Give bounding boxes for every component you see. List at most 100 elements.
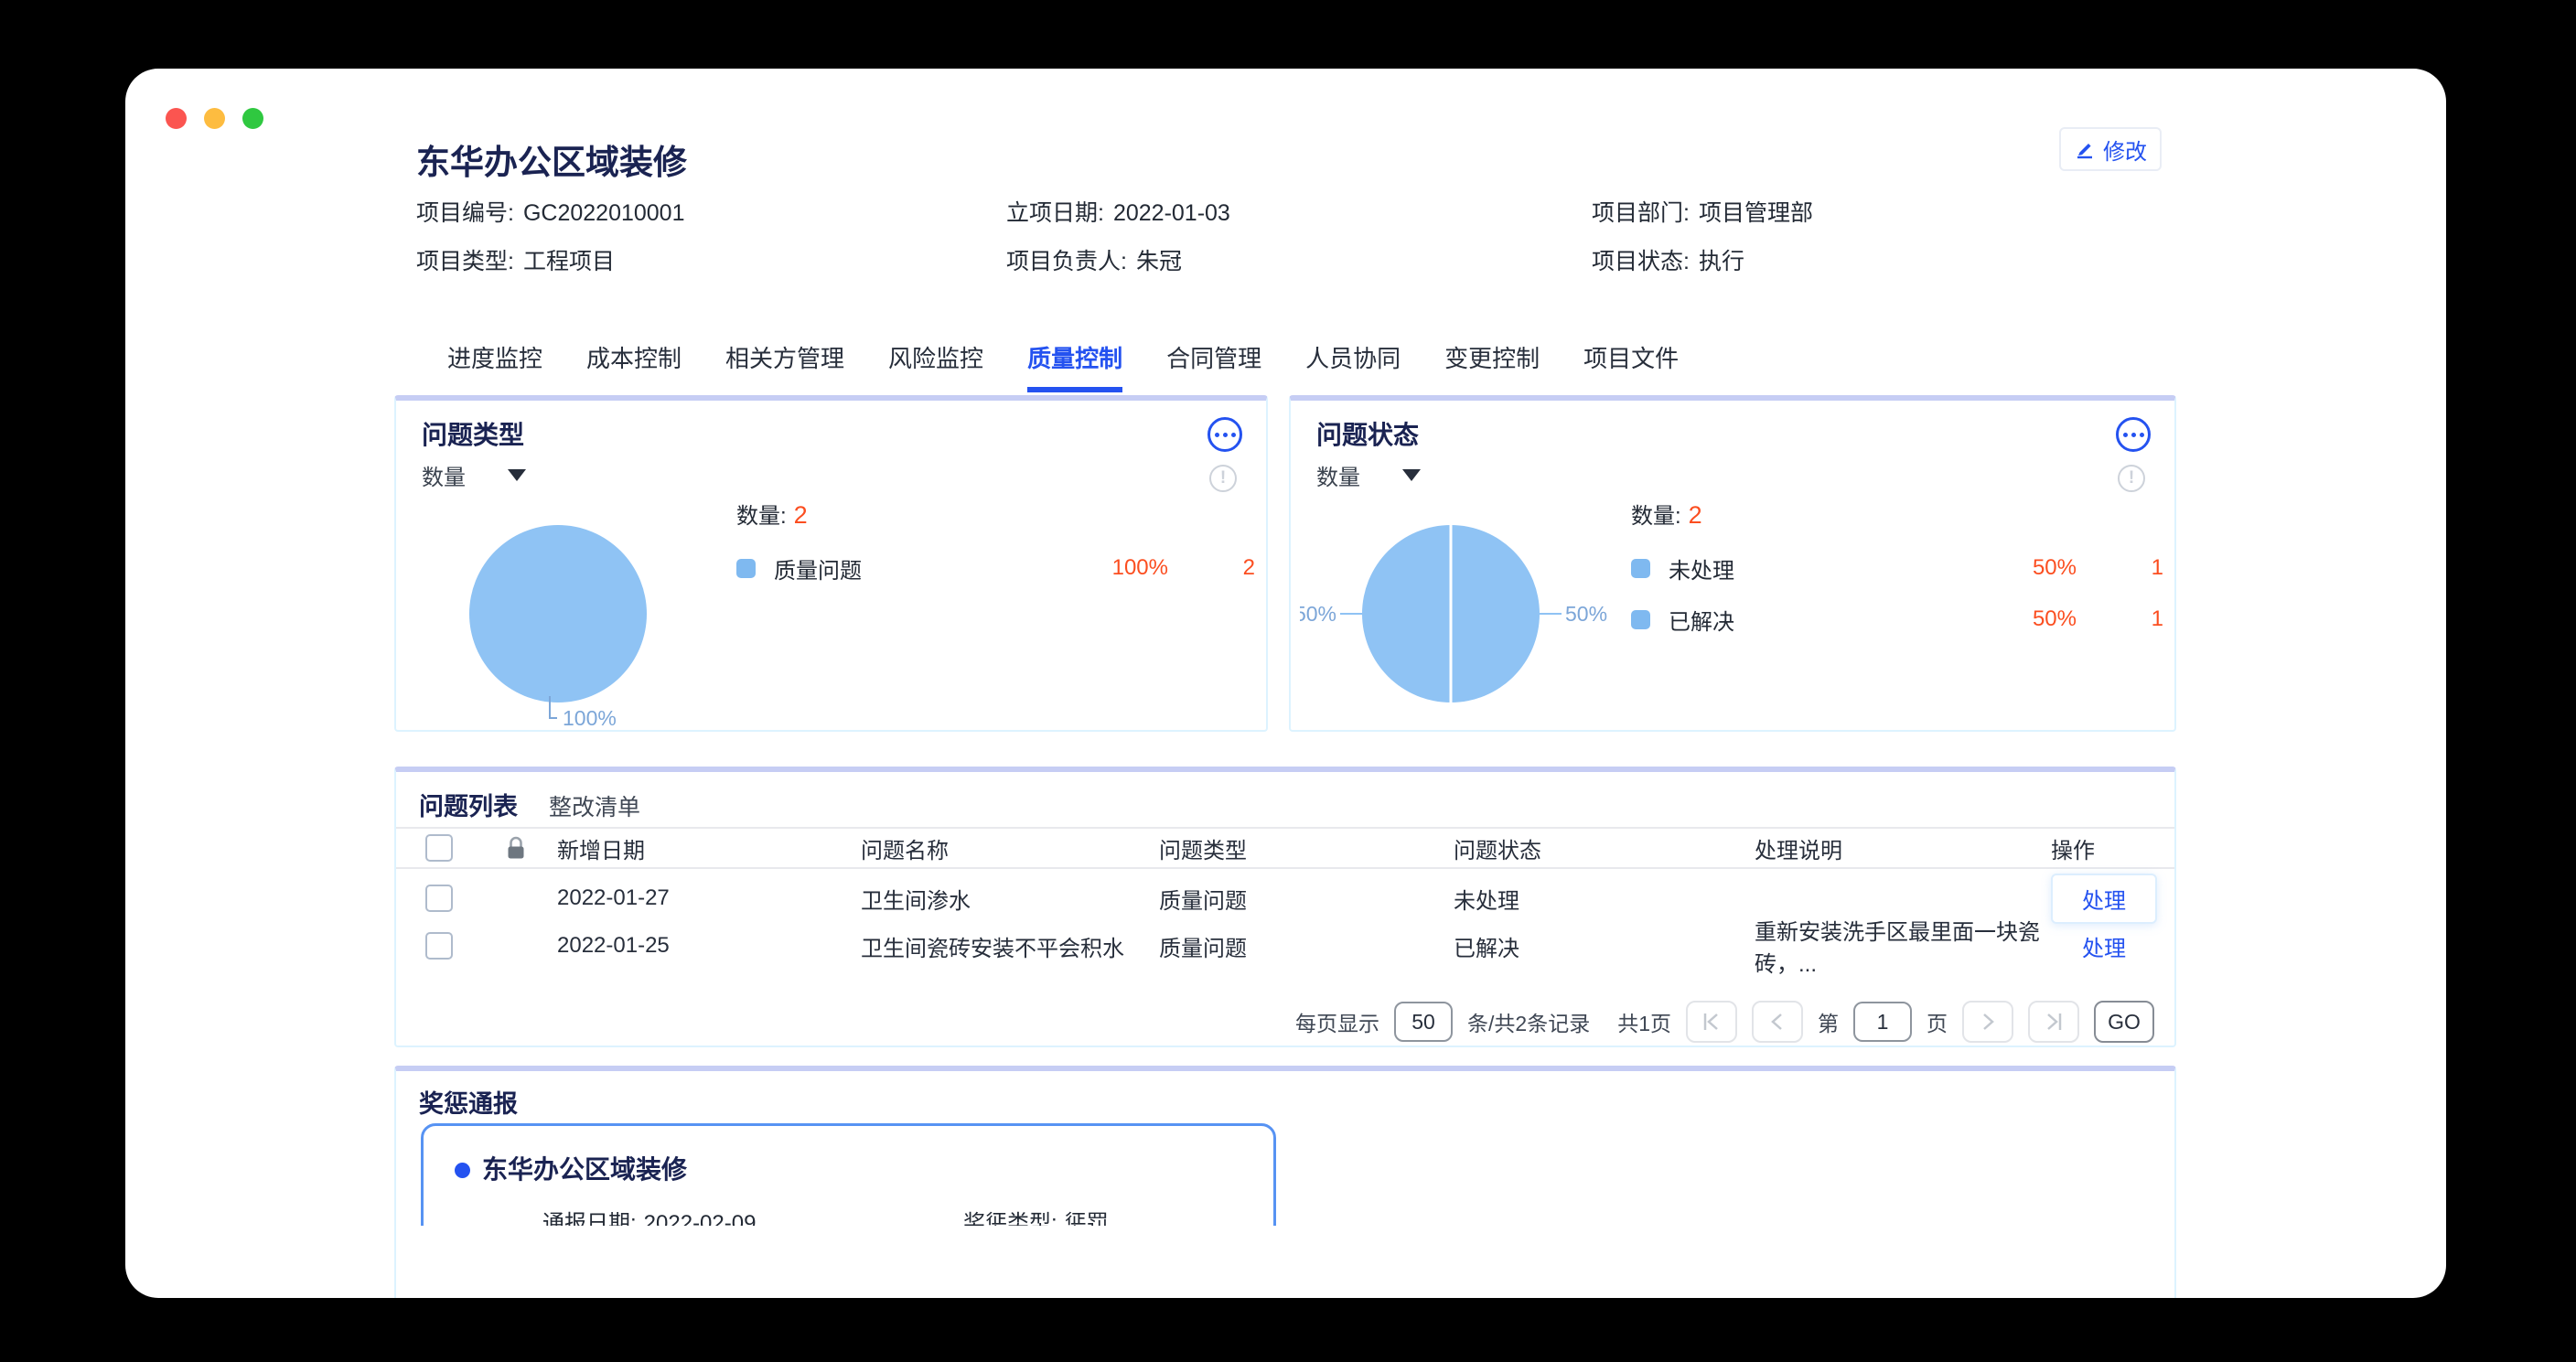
column-header: 处理说明 xyxy=(1755,832,2044,864)
edit-button[interactable]: 修改 xyxy=(2059,127,2162,171)
column-header: 问题类型 xyxy=(1159,832,1454,864)
header-lock-cell xyxy=(477,835,541,861)
field-value: 惩罚 xyxy=(1065,1211,1109,1226)
field-value: 执行 xyxy=(1699,249,1744,274)
tab-progress[interactable]: 进度监控 xyxy=(447,340,542,392)
legend-total-value: 2 xyxy=(794,501,808,529)
field-value: 朱冠 xyxy=(1136,249,1182,274)
legend-item[interactable]: 未处理 50% 1 xyxy=(1631,555,2163,581)
more-options-icon[interactable] xyxy=(1208,417,1242,452)
cell-note: 重新安装洗手区最里面一块瓷砖，... xyxy=(1755,914,2044,978)
tab-quality-active[interactable]: 质量控制 xyxy=(1027,340,1122,392)
tab-contract[interactable]: 合同管理 xyxy=(1166,340,1261,392)
column-header: 问题状态 xyxy=(1454,832,1755,864)
field-label: 项目负责人: xyxy=(1006,249,1127,274)
select-all-checkbox[interactable] xyxy=(425,834,453,862)
pencil-icon xyxy=(2074,138,2096,160)
issue-status-chart-card: 问题状态 数量 50% 50% 数量: 2 xyxy=(1289,395,2176,732)
field-start-date: 立项日期:2022-01-03 xyxy=(1006,195,1592,228)
table-row: 2022-01-25 卫生间瓷砖安装不平会积水 质量问题 已解决 重新安装洗手区… xyxy=(396,922,2174,970)
records-label: 条/共2条记录 xyxy=(1467,1006,1590,1037)
legend-swatch xyxy=(1631,559,1650,578)
issue-status-pie-chart: 50% 50% xyxy=(1300,488,1611,732)
window-controls xyxy=(166,108,263,129)
legend-swatch xyxy=(1631,610,1650,629)
field-label: 项目类型: xyxy=(416,249,514,274)
handle-link[interactable]: 处理 xyxy=(2051,937,2126,961)
chart-legend: 数量: 2 质量问题 100% 2 xyxy=(736,498,1255,581)
legend-total: 数量: 2 xyxy=(736,498,1255,530)
jump-suffix-label: 页 xyxy=(1927,1006,1948,1037)
tab-change[interactable]: 变更控制 xyxy=(1444,340,1540,392)
reward-punishment-section: 奖惩通报 东华办公区域装修 通报日期:2022-02-09 奖惩类型:惩罚 xyxy=(394,1066,2176,1298)
app-window: 东华办公区域装修 修改 项目编号:GC2022010001 立项日期:2022-… xyxy=(125,69,2446,1298)
cell-type: 质量问题 xyxy=(1159,930,1454,962)
per-page-label: 每页显示 xyxy=(1295,1006,1379,1037)
next-page-button[interactable] xyxy=(1962,1001,2013,1043)
bullet-dot-icon xyxy=(455,1163,470,1178)
legend-percent: 50% xyxy=(1948,555,2077,581)
info-icon[interactable] xyxy=(2118,465,2145,492)
tab-files[interactable]: 项目文件 xyxy=(1583,340,1679,392)
notice-date-field: 通报日期:2022-02-09 xyxy=(542,1205,756,1226)
field-project-code: 项目编号:GC2022010001 xyxy=(416,195,1006,228)
legend-percent: 100% xyxy=(1040,555,1168,581)
pie-slice[interactable] xyxy=(469,525,647,702)
notice-type-field: 奖惩类型: 惩罚 xyxy=(963,1205,1109,1226)
tab-risk[interactable]: 风险监控 xyxy=(888,340,983,392)
tab-rectification-list[interactable]: 整改清单 xyxy=(549,789,640,822)
legend-value: 2 xyxy=(1168,555,1255,581)
notice-card[interactable]: 东华办公区域装修 通报日期:2022-02-09 奖惩类型:惩罚 xyxy=(421,1123,1276,1226)
field-project-type: 项目类型:工程项目 xyxy=(416,243,1006,276)
cell-action: 处理 xyxy=(2044,874,2174,924)
legend-item[interactable]: 已解决 50% 1 xyxy=(1631,606,2163,632)
tab-issue-list[interactable]: 问题列表 xyxy=(419,787,518,822)
tab-cost[interactable]: 成本控制 xyxy=(586,340,682,392)
cell-status: 未处理 xyxy=(1454,883,1755,915)
cell-action: 处理 xyxy=(2044,930,2174,962)
minimize-window-button[interactable] xyxy=(204,108,225,129)
tab-stakeholder[interactable]: 相关方管理 xyxy=(725,340,844,392)
cell-date: 2022-01-27 xyxy=(541,885,861,911)
metric-selector[interactable]: 数量 xyxy=(422,459,526,491)
notice-card-clip: 东华办公区域装修 通报日期:2022-02-09 奖惩类型:惩罚 xyxy=(421,1123,1283,1226)
field-label: 奖惩类型: xyxy=(963,1211,1057,1226)
cell-type: 质量问题 xyxy=(1159,883,1454,915)
chart-title: 问题类型 xyxy=(422,415,524,452)
legend-item[interactable]: 质量问题 100% 2 xyxy=(736,555,1255,581)
first-page-icon xyxy=(1701,1011,1722,1033)
per-page-input[interactable]: 50 xyxy=(1394,1002,1453,1042)
field-label: 立项日期: xyxy=(1006,200,1104,226)
chart-title: 问题状态 xyxy=(1316,415,1419,452)
zoom-window-button[interactable] xyxy=(242,108,263,129)
close-window-button[interactable] xyxy=(166,108,187,129)
go-button[interactable]: GO xyxy=(2094,1001,2154,1043)
tab-collaboration[interactable]: 人员协同 xyxy=(1305,340,1401,392)
header-checkbox-cell xyxy=(396,834,477,862)
metric-selector[interactable]: 数量 xyxy=(1316,459,1421,491)
field-label: 项目部门: xyxy=(1592,200,1690,226)
page-number-input[interactable]: 1 xyxy=(1853,1002,1912,1042)
info-icon[interactable] xyxy=(1209,465,1237,492)
pagination-bar: 每页显示 50 条/共2条记录 共1页 第 1 页 xyxy=(1295,1001,2154,1043)
column-header: 操作 xyxy=(2044,832,2174,864)
first-page-button[interactable] xyxy=(1686,1001,1737,1043)
field-status: 项目状态:执行 xyxy=(1592,243,1813,276)
row-checkbox[interactable] xyxy=(425,885,453,912)
row-checkbox[interactable] xyxy=(425,932,453,960)
chart-cards: 问题类型 数量 100% 数量: 2 xyxy=(394,395,2176,732)
jump-prefix-label: 第 xyxy=(1818,1006,1839,1037)
field-value: 2022-02-09 xyxy=(644,1211,757,1226)
last-page-button[interactable] xyxy=(2028,1001,2079,1043)
legend-total-value: 2 xyxy=(1689,501,1702,529)
last-page-icon xyxy=(2044,1011,2064,1033)
legend-percent: 50% xyxy=(1948,606,2077,632)
previous-page-button[interactable] xyxy=(1752,1001,1803,1043)
legend-total-label: 数量: xyxy=(1631,504,1681,529)
more-options-icon[interactable] xyxy=(2116,417,2151,452)
edit-button-label: 修改 xyxy=(2103,134,2147,166)
legend-label: 质量问题 xyxy=(774,552,1040,584)
handle-link[interactable]: 处理 xyxy=(2082,883,2126,915)
field-department: 项目部门:项目管理部 xyxy=(1592,195,1813,228)
legend-total-label: 数量: xyxy=(736,504,787,529)
